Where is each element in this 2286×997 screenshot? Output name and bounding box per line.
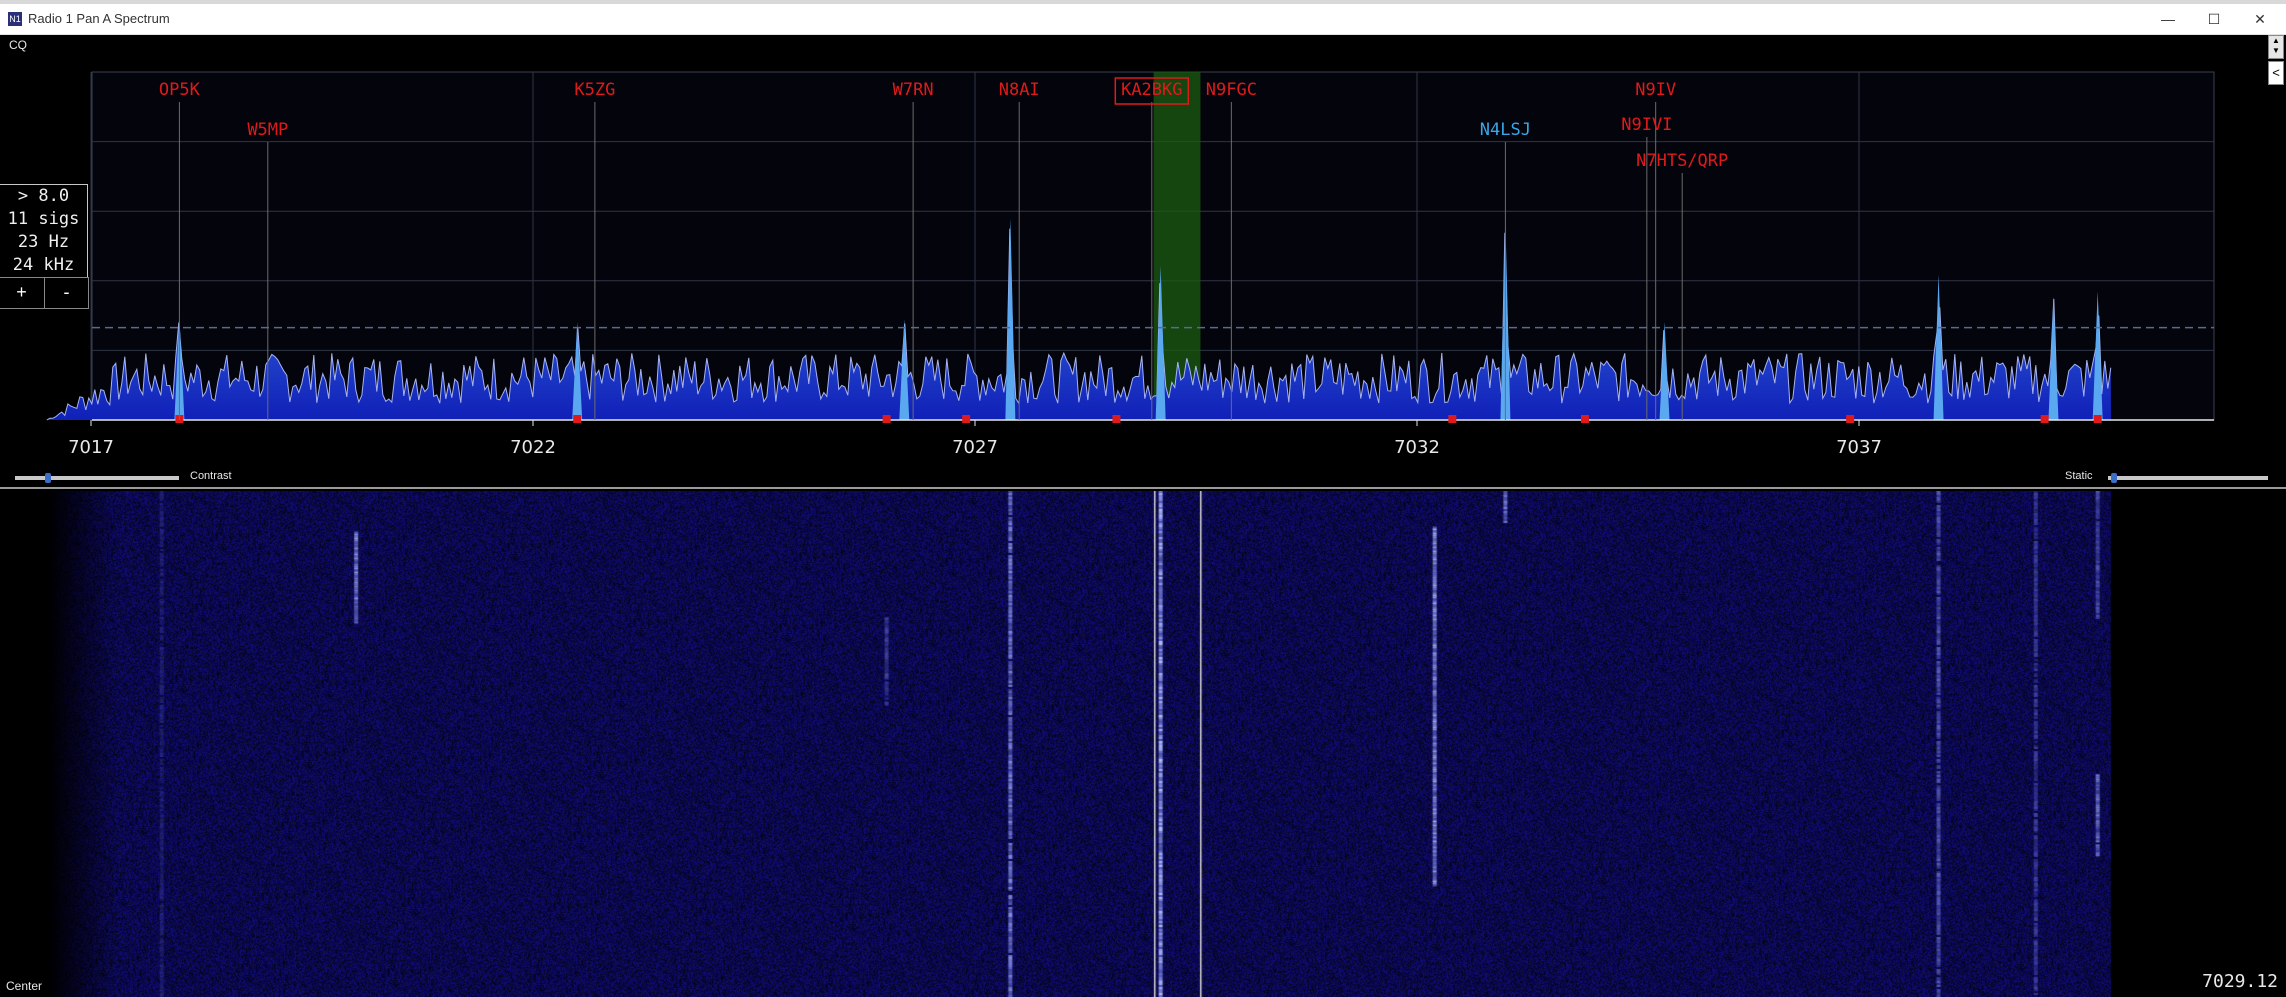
increase-button[interactable]: + — [0, 278, 43, 308]
app-icon: N1 — [8, 12, 22, 26]
spot-callsign[interactable]: KA2BKG — [1121, 80, 1182, 100]
static-slider-thumb[interactable] — [2111, 473, 2118, 483]
cursor-frequency-readout: 7029.12 — [2202, 971, 2278, 992]
scroll-spinner[interactable]: ▲ ▼ — [2268, 35, 2284, 59]
spot-callsign[interactable]: N4LSJ — [1480, 120, 1531, 140]
contrast-slider-thumb[interactable] — [44, 473, 51, 483]
signal-marker[interactable] — [882, 415, 891, 423]
panel-divider[interactable] — [0, 487, 2286, 489]
mode-label[interactable]: CQ — [9, 38, 27, 52]
contrast-slider[interactable] — [15, 473, 179, 483]
signal-marker[interactable] — [2040, 415, 2049, 423]
contrast-label: Contrast — [190, 470, 232, 482]
waterfall-display[interactable] — [0, 491, 2286, 997]
threshold-adjust: + - — [0, 277, 89, 309]
freq-tick-label: 7027 — [952, 437, 998, 458]
minimize-button[interactable]: — — [2150, 8, 2186, 30]
spot-callsign[interactable]: K5ZG — [574, 80, 615, 100]
spot-callsign[interactable]: N9IVI — [1621, 115, 1672, 135]
freq-tick-label: 7022 — [510, 437, 556, 458]
close-button[interactable]: ✕ — [2242, 8, 2278, 30]
freq-tick-label: 7037 — [1836, 437, 1882, 458]
title-bar: N1 Radio 1 Pan A Spectrum — ☐ ✕ — [0, 4, 2286, 35]
spot-callsign[interactable]: N9FGC — [1206, 80, 1257, 100]
signal-marker[interactable] — [1112, 415, 1121, 423]
freq-tick-label: 7017 — [68, 437, 114, 458]
freq-tick-label: 7032 — [1394, 437, 1440, 458]
info-box: > 8.0 11 sigs 23 Hz 24 kHz — [0, 184, 88, 278]
maximize-button[interactable]: ☐ — [2196, 8, 2232, 30]
signal-marker[interactable] — [1580, 415, 1589, 423]
spot-callsign[interactable]: N9IV — [1635, 80, 1676, 100]
signal-marker[interactable] — [962, 415, 971, 423]
spot-callsign[interactable]: N7HTS/QRP — [1636, 151, 1728, 171]
spot-callsign[interactable]: W7RN — [893, 80, 934, 100]
threshold-readout: > 8.0 — [17, 186, 70, 206]
spot-callsign[interactable]: W5MP — [247, 120, 288, 140]
signal-marker[interactable] — [573, 415, 582, 423]
signal-marker[interactable] — [1448, 415, 1457, 423]
spot-callsign[interactable]: OP5K — [159, 80, 201, 100]
signal-marker[interactable] — [2093, 415, 2102, 423]
resolution-readout: 23 Hz — [17, 232, 70, 252]
center-button[interactable]: Center — [6, 979, 42, 993]
span-readout: 24 kHz — [12, 255, 75, 275]
window-title: Radio 1 Pan A Spectrum — [28, 11, 170, 26]
spectrum-display[interactable]: OP5K W5MP K5ZG W7RN N8AI KA2BKG N9FGC N9IV N4LSJ… — [0, 70, 2286, 475]
plot-area — [91, 71, 2215, 421]
decrease-button[interactable]: - — [44, 278, 88, 308]
signal-count: 11 sigs — [7, 209, 80, 229]
static-label: Static — [2065, 470, 2093, 482]
signal-marker[interactable] — [1846, 415, 1855, 423]
spot-callsign[interactable]: N8AI — [999, 80, 1040, 100]
static-slider[interactable] — [2108, 473, 2268, 483]
